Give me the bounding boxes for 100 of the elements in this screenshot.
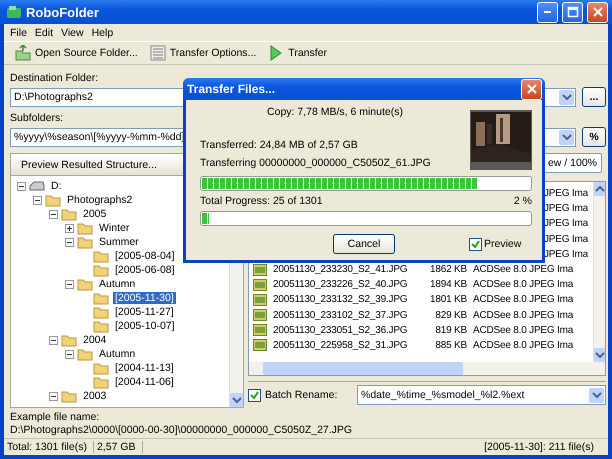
checkbox-label: Preview <box>484 238 522 250</box>
folder-icon <box>93 362 109 374</box>
minus-icon <box>67 352 72 356</box>
list-icon <box>150 45 166 61</box>
menu-item[interactable]: Edit <box>30 26 58 38</box>
file-name[interactable]: 20051130_233226_S2_40.JPG <box>273 279 419 290</box>
tree-item[interactable]: Winter <box>97 222 132 234</box>
toolbar-button[interactable]: Open Source Folder... <box>12 43 141 63</box>
file-type: JPEG Ima <box>544 248 588 260</box>
play-icon <box>268 45 284 61</box>
file-type: JPEG Ima <box>544 218 588 230</box>
pattern-button[interactable]: % <box>582 127 606 147</box>
folder-icon <box>93 264 109 276</box>
percent-text: 2 % <box>514 195 532 207</box>
folder-icon <box>77 348 93 360</box>
close-icon <box>526 83 538 95</box>
drive-icon <box>29 180 45 192</box>
collapse-toggle[interactable] <box>33 196 42 204</box>
cancel-button[interactable]: Cancel <box>333 234 395 254</box>
collapse-toggle[interactable] <box>17 182 26 190</box>
tree-item[interactable]: [2005-06-08] <box>113 264 177 276</box>
tree-item[interactable]: 2005 <box>81 208 108 220</box>
tree-item[interactable]: [2004-11-06] <box>113 376 176 388</box>
file-size: 1894 KB <box>429 279 467 290</box>
jpg-file-icon <box>253 324 267 336</box>
file-type: JPEG Ima <box>544 234 588 245</box>
tree-item[interactable]: [2004-11-13] <box>113 362 176 374</box>
toolbar-button[interactable]: Transfer <box>265 43 330 63</box>
minimize-icon <box>544 11 551 13</box>
close-button[interactable] <box>521 78 542 100</box>
file-name[interactable]: 20051130_233132_S2_39.JPG <box>273 294 419 306</box>
tree-item[interactable]: D: <box>49 180 64 192</box>
file-type: ACDSee 8.0 JPEG Ima <box>473 340 574 351</box>
field-label: Destination Folder: <box>10 71 98 85</box>
close-icon <box>592 6 604 18</box>
jpg-file-icon <box>253 264 267 276</box>
collapse-toggle[interactable] <box>49 336 58 344</box>
tree-item[interactable]: 2004 <box>81 334 108 346</box>
tree-item[interactable]: 2003 <box>81 390 108 402</box>
folder-icon <box>93 320 109 332</box>
close-button[interactable] <box>587 2 608 22</box>
status-text: Total: 1301 file(s) <box>4 441 94 453</box>
file-type: ACDSee 8.0 JPEG Ima <box>473 310 574 321</box>
menu-item[interactable]: File <box>6 26 31 38</box>
file-type: ACDSee 8.0 JPEG Ima <box>473 324 574 336</box>
speed-text: Copy: 7,78 MB/s, 6 minute(s) <box>266 106 404 118</box>
tree-item[interactable]: Photographs2 <box>65 194 134 206</box>
file-type: ACDSee 8.0 JPEG Ima <box>473 294 574 306</box>
folder-icon <box>61 208 77 220</box>
minus-icon <box>67 282 72 286</box>
file-name[interactable]: 20051130_233230_S2_41.JPG <box>273 264 419 276</box>
scroll-down-icon[interactable] <box>232 395 242 405</box>
collapse-toggle[interactable] <box>65 280 74 288</box>
minus-icon <box>67 240 72 244</box>
jpg-file-icon <box>253 278 267 291</box>
file-name[interactable]: 20051130_225958_S2_31.JPG <box>273 340 419 351</box>
collapse-toggle[interactable] <box>49 392 58 400</box>
collapse-toggle[interactable] <box>65 238 74 246</box>
checkbox[interactable] <box>469 238 482 250</box>
menu-item[interactable]: Help <box>88 26 118 38</box>
folder-icon <box>61 334 77 346</box>
file-size: 829 KB <box>434 310 467 321</box>
menu-item[interactable]: View <box>57 26 88 38</box>
scroll-down-icon[interactable] <box>594 350 604 360</box>
file-size: 1862 KB <box>429 264 467 276</box>
combo-box[interactable]: %date_%time_%smodel_%l2.%ext <box>357 385 606 405</box>
folder-icon <box>93 376 109 388</box>
folder-icon <box>77 236 93 248</box>
file-size: 819 KB <box>434 324 467 336</box>
collapse-toggle[interactable] <box>49 210 58 218</box>
toolbar-button[interactable]: Transfer Options... <box>146 43 260 63</box>
scroll-up-icon[interactable] <box>594 184 604 194</box>
dialog-title: Transfer Files... <box>187 82 276 96</box>
horizontal-scrollbar[interactable] <box>249 362 605 375</box>
minus-icon <box>51 394 56 398</box>
app-icon <box>6 5 22 19</box>
tree-item[interactable]: [2005-10-07] <box>113 320 177 332</box>
field-label: Example file name: <box>10 410 100 424</box>
total-progress-text: Total Progress: 25 of 1301 <box>200 195 323 207</box>
check-icon <box>250 390 259 400</box>
collapse-toggle[interactable] <box>65 350 74 358</box>
tree-item[interactable]: Autumn <box>97 278 138 290</box>
file-name[interactable]: 20051130_233051_S2_36.JPG <box>273 324 419 336</box>
tree-item[interactable]: [2005-11-27] <box>113 306 176 318</box>
checkbox[interactable] <box>248 388 261 402</box>
folder-icon <box>93 292 109 304</box>
minimize-button[interactable] <box>537 2 558 22</box>
scrollbar[interactable] <box>593 182 605 362</box>
tree-item[interactable]: [2005-11-30] <box>113 292 176 304</box>
file-name[interactable]: 20051130_233102_S2_37.JPG <box>273 310 419 321</box>
folder-icon <box>45 194 61 206</box>
file-size: 885 KB <box>434 340 467 351</box>
file-type: ACDSee 8.0 JPEG Ima <box>473 279 574 290</box>
tree-item[interactable]: Autumn <box>97 348 138 360</box>
expand-toggle[interactable] <box>65 224 74 232</box>
tree-item[interactable]: [2005-08-04] <box>113 250 177 262</box>
tree-item[interactable]: Summer <box>97 236 141 248</box>
browse-button[interactable]: ... <box>582 87 606 107</box>
file-type: JPEG Ima <box>544 203 588 214</box>
maximize-button[interactable] <box>562 2 583 22</box>
